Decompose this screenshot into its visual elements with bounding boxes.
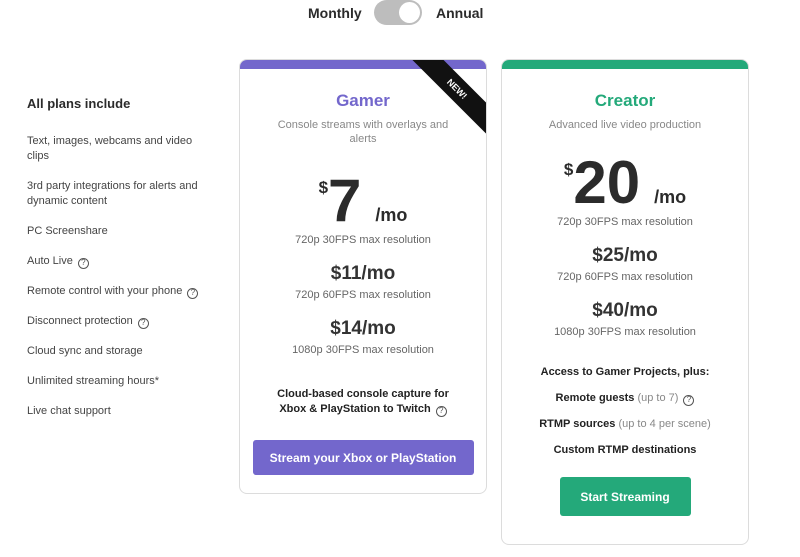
feature-label: Disconnect protection — [27, 315, 133, 327]
feature-label: PC Screenshare — [27, 225, 108, 237]
creator-accent-bar — [502, 60, 748, 69]
resolution-note: 1080p 30FPS max resolution — [554, 326, 696, 338]
plan-feature: Remote guests (up to 7)? — [502, 391, 748, 406]
feature-label: Cloud sync and storage — [27, 345, 143, 357]
list-item: Cloud sync and storage — [27, 344, 217, 359]
resolution-note: 720p 60FPS max resolution — [557, 271, 693, 283]
feature-label: Access to Gamer Projects, plus: — [540, 366, 710, 378]
feature-label: Auto Live — [27, 255, 73, 267]
monthly-label[interactable]: Monthly — [308, 5, 362, 21]
included-features-list: Text, images, webcams and video clips 3r… — [27, 134, 217, 419]
list-item: Disconnect protection? — [27, 314, 217, 329]
list-item: Text, images, webcams and video clips — [27, 134, 217, 164]
resolution-note: 720p 60FPS max resolution — [295, 289, 431, 301]
feature-label: Remote control with your phone — [27, 285, 183, 297]
feature-label: Live chat support — [27, 405, 111, 417]
billing-toggle-row: Monthly Annual — [0, 0, 800, 26]
main-price: $ 7 /mo — [240, 167, 486, 234]
tier-price: $40/mo — [592, 300, 658, 321]
list-item: Unlimited streaming hours* — [27, 374, 217, 389]
sidebar-title: All plans include — [27, 96, 131, 111]
tier-price: $25/mo — [592, 245, 658, 266]
creator-features: Access to Gamer Projects, plus: Remote g… — [502, 365, 748, 458]
feature-note: (up to 7) — [637, 392, 679, 404]
help-icon[interactable]: ? — [187, 287, 199, 299]
currency-symbol: $ — [563, 160, 574, 179]
toggle-knob — [399, 2, 420, 23]
price-amount: 20 — [573, 149, 641, 216]
stream-console-button[interactable]: Stream your Xbox or PlayStation — [252, 440, 474, 475]
price-period: /mo — [375, 205, 408, 225]
help-icon[interactable]: ? — [77, 257, 89, 269]
main-price: $ 20 /mo — [502, 149, 748, 216]
feature-label: Cloud-based console capture for Xbox & P… — [277, 388, 449, 415]
billing-period-toggle[interactable] — [374, 0, 422, 25]
help-icon[interactable]: ? — [137, 317, 149, 329]
price-period: /mo — [654, 187, 687, 207]
plan-description: Advanced live video production — [548, 119, 702, 131]
list-item: Auto Live? — [27, 254, 217, 269]
feature-label: Unlimited streaming hours* — [27, 375, 160, 387]
help-icon[interactable]: ? — [683, 394, 695, 406]
list-item: Live chat support — [27, 404, 217, 419]
gamer-plan-card: NEW! Gamer Console streams with overlays… — [239, 59, 487, 494]
resolution-note: 1080p 30FPS max resolution — [292, 344, 434, 356]
resolution-note: 720p 30FPS max resolution — [557, 216, 693, 228]
new-badge: NEW! — [410, 60, 486, 136]
plan-name: Creator — [594, 91, 656, 110]
feature-label: 3rd party integrations for alerts and dy… — [27, 180, 198, 207]
tier-price: $14/mo — [330, 318, 396, 339]
plan-feature: Access to Gamer Projects, plus: — [502, 365, 748, 380]
list-item: Remote control with your phone? — [27, 284, 217, 299]
feature-note: (up to 4 per scene) — [618, 418, 711, 430]
feature-label: Remote guests — [555, 392, 635, 404]
feature-label: Text, images, webcams and video clips — [27, 135, 193, 162]
feature-label: Custom RTMP destinations — [553, 444, 697, 456]
creator-plan-card: Creator Advanced live video production $… — [501, 59, 749, 545]
tier-price: $11/mo — [330, 263, 396, 284]
all-plans-include: All plans include Text, images, webcams … — [27, 96, 217, 434]
feature-label: RTMP sources — [539, 418, 616, 430]
new-ribbon: NEW! — [406, 60, 486, 140]
start-streaming-button[interactable]: Start Streaming — [559, 477, 691, 516]
annual-label[interactable]: Annual — [436, 5, 483, 21]
list-item: 3rd party integrations for alerts and dy… — [27, 179, 217, 209]
plan-feature: Custom RTMP destinations — [502, 443, 748, 458]
resolution-note: 720p 30FPS max resolution — [295, 234, 431, 246]
help-icon[interactable]: ? — [435, 405, 447, 417]
currency-symbol: $ — [318, 178, 329, 197]
plan-feature: RTMP sources (up to 4 per scene) — [502, 417, 748, 432]
price-amount: 7 — [328, 167, 362, 234]
list-item: PC Screenshare — [27, 224, 217, 239]
plan-feature: Cloud-based console capture for Xbox & P… — [263, 387, 463, 417]
